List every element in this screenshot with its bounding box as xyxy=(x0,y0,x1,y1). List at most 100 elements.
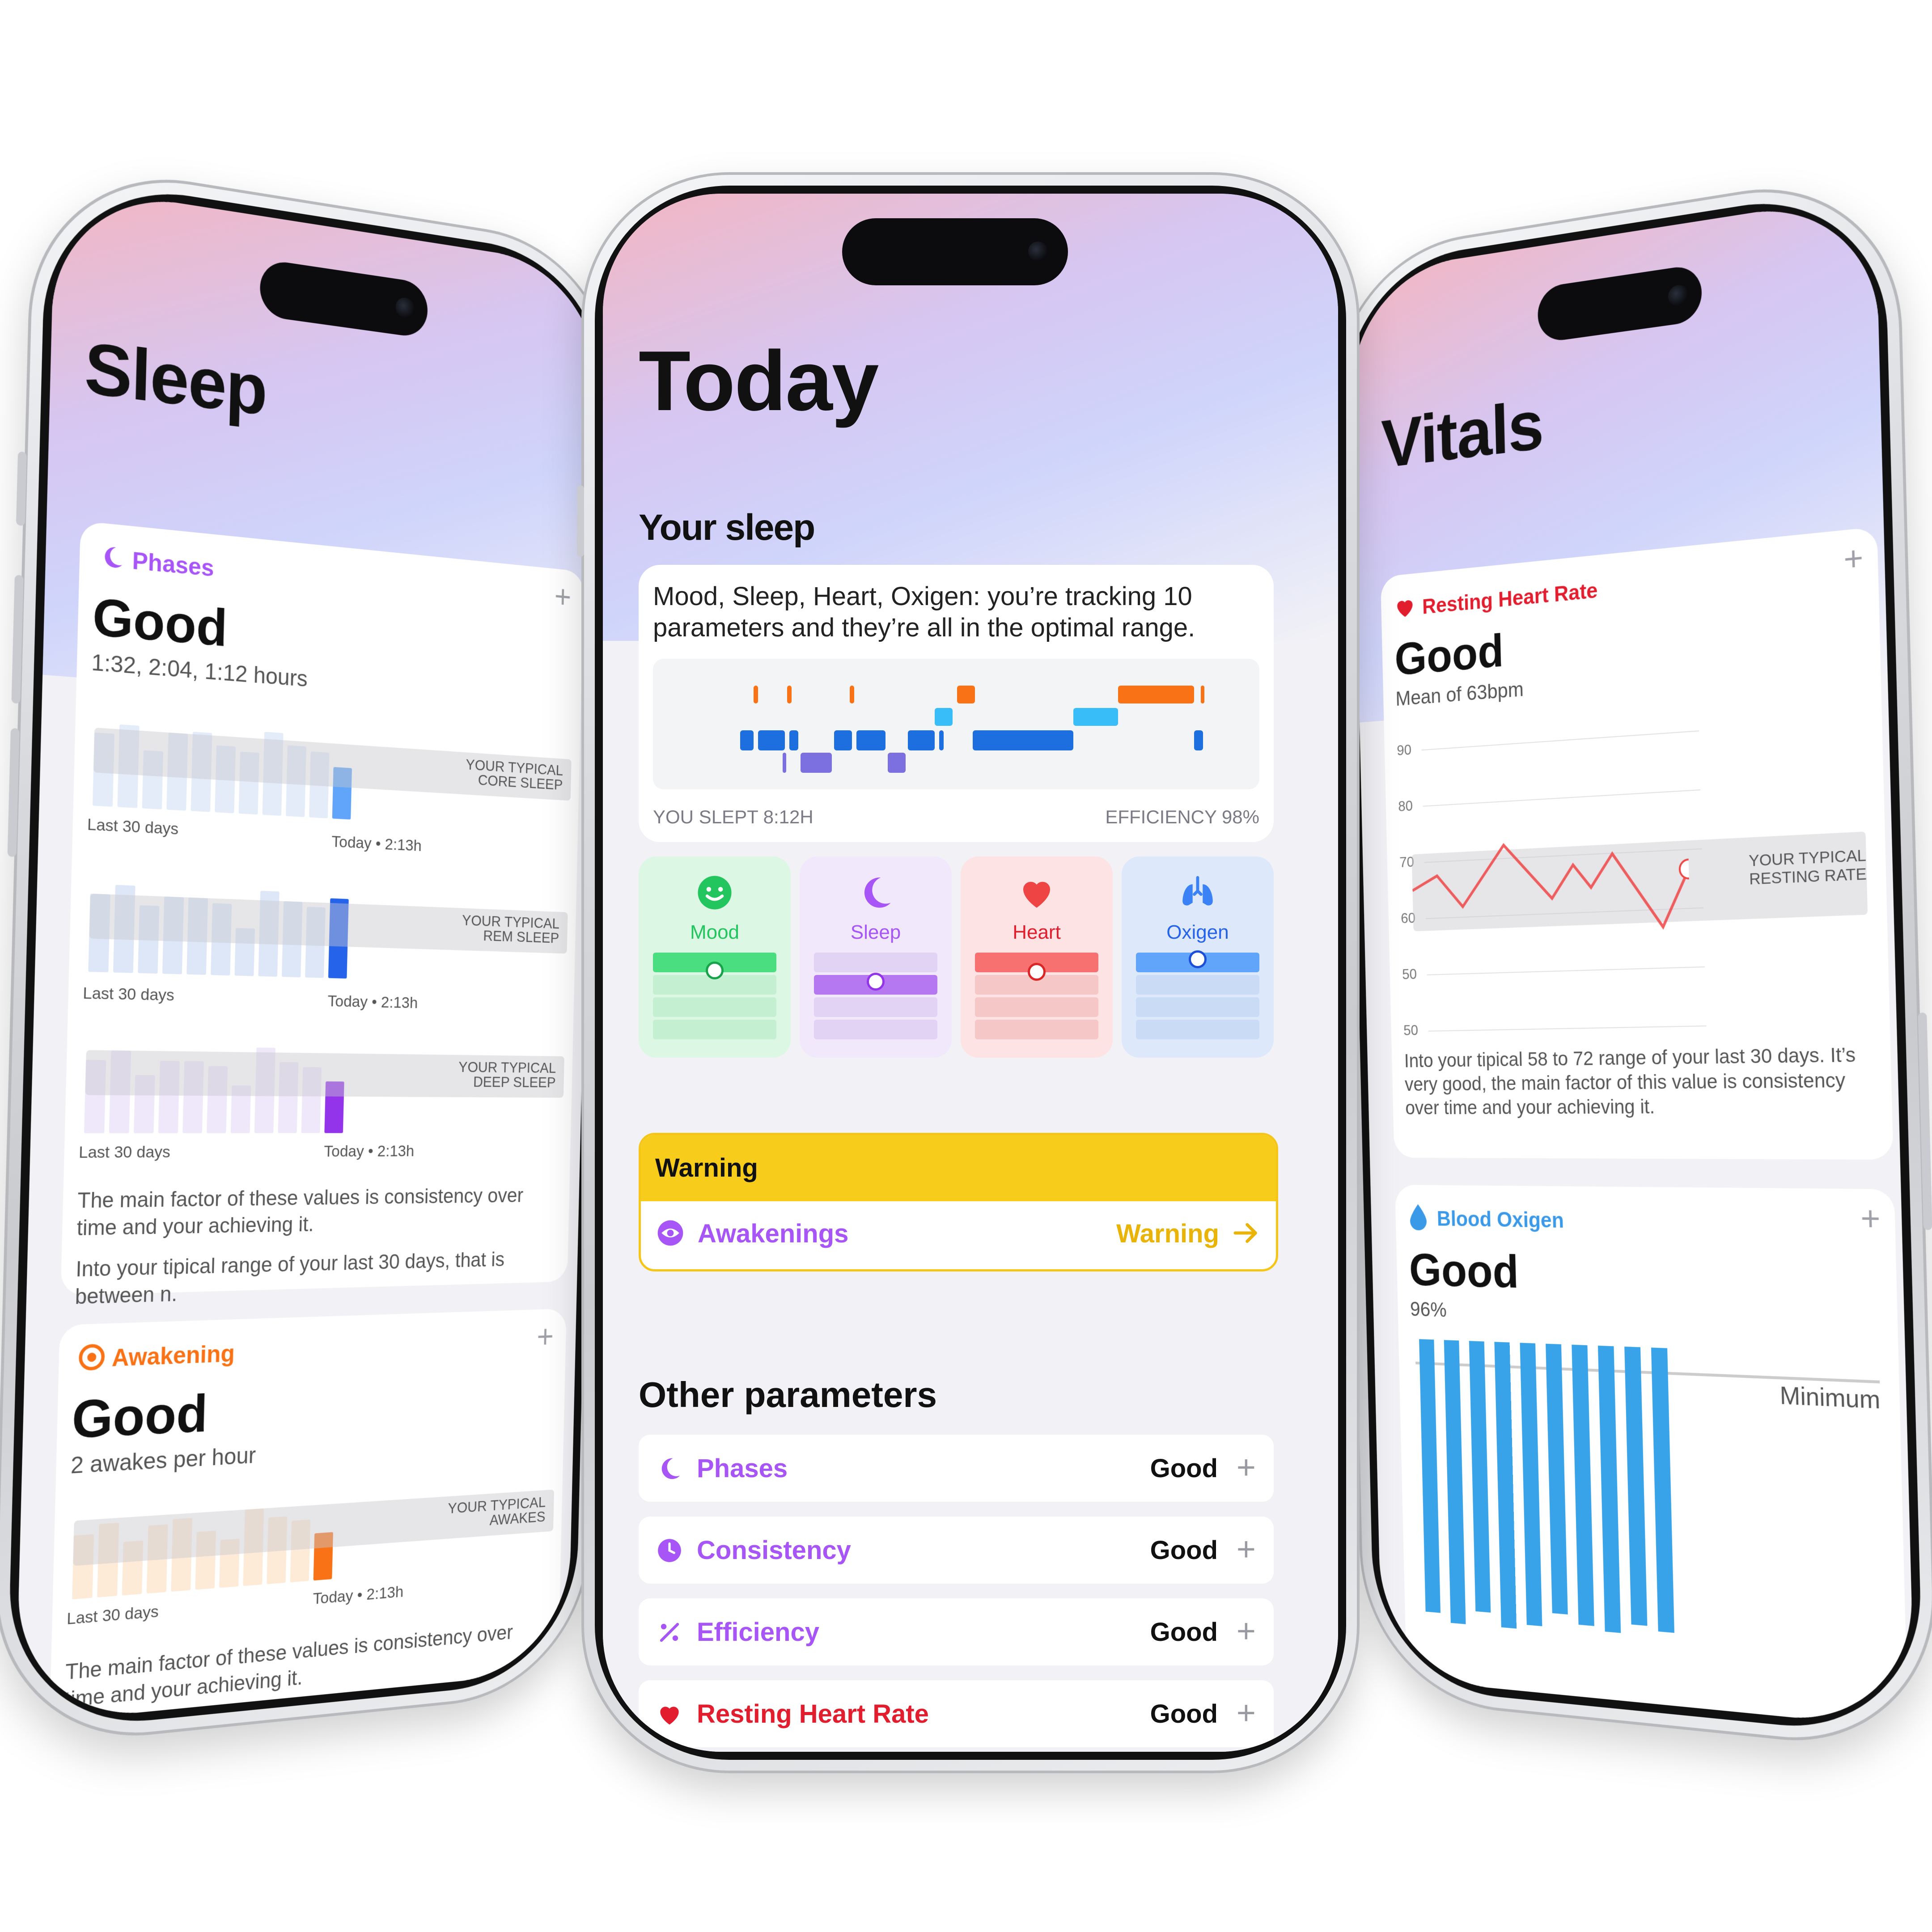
axis-tick-label: 50 xyxy=(1403,1021,1419,1038)
param-label: Consistency xyxy=(697,1536,851,1565)
volume-up-button xyxy=(11,574,24,704)
heart-icon xyxy=(660,1707,679,1725)
dynamic-island xyxy=(842,218,1068,285)
warning-item-label: Awakenings xyxy=(698,1219,849,1248)
warning-title: Warning xyxy=(641,1135,1276,1201)
left-phone: Sleep Phases + Good 1:32, 2:04, 1:12 hou… xyxy=(0,157,621,1751)
explanation-text: Into your tipical 58 to 72 range of your… xyxy=(1404,1043,1856,1119)
tile-label: Mood xyxy=(690,921,740,943)
tile-heart[interactable]: Heart xyxy=(961,856,1113,1058)
other-parameters-title: Other parameters xyxy=(639,1375,937,1415)
band-label: YOUR TYPICAL AWAKES xyxy=(448,1493,546,1529)
param-value: Good xyxy=(1150,1618,1218,1647)
warning-status: Warning xyxy=(1116,1219,1219,1248)
drop-icon xyxy=(1410,1204,1427,1231)
blood-oxygen-card[interactable]: Blood Oxigen + Good 96% Minimum xyxy=(1395,1185,1909,1730)
card-label: Blood Oxigen xyxy=(1436,1206,1564,1233)
param-row-consistency[interactable]: Consistency Good + xyxy=(639,1517,1274,1584)
band-label: YOUR TYPICAL CORE SLEEP xyxy=(466,756,564,793)
level-marker xyxy=(1028,963,1046,981)
sleep-hypnogram xyxy=(653,659,1259,789)
eye-icon xyxy=(78,1343,106,1372)
sleep-screen: Sleep Phases + Good 1:32, 2:04, 1:12 hou… xyxy=(15,183,601,1725)
level-marker xyxy=(1189,950,1207,968)
range-left-label: Last 30 days xyxy=(78,1143,171,1162)
add-button[interactable]: + xyxy=(1237,1451,1256,1484)
camera-icon xyxy=(1668,284,1689,308)
param-value: Good xyxy=(1150,1536,1218,1565)
page-title: Today xyxy=(639,334,879,428)
detail-text: 96% xyxy=(1410,1298,1447,1322)
summary-text: Mood, Sleep, Heart, Oxigen: you’re track… xyxy=(653,582,1195,642)
level-marker xyxy=(867,973,885,991)
add-button[interactable]: + xyxy=(1237,1614,1256,1648)
tile-label: Sleep xyxy=(850,921,901,943)
range-right-label: Today • 2:13h xyxy=(327,992,418,1012)
vitals-screen: Vitals Resting Heart Rate + Good Mean of… xyxy=(1349,193,1915,1730)
tile-label: Oxigen xyxy=(1166,921,1229,943)
heart-icon xyxy=(1023,881,1050,908)
range-left-label: Last 30 days xyxy=(66,1602,159,1628)
center-phone: Today Your sleep Mood, Sleep, Heart, Oxi… xyxy=(577,172,1360,1773)
heart-icon xyxy=(1397,600,1413,618)
param-label: Efficiency xyxy=(697,1618,819,1647)
band-label: YOUR TYPICAL REM SLEEP xyxy=(462,911,560,946)
param-label: Phases xyxy=(697,1454,788,1483)
warning-item-awakenings[interactable]: Awakenings Warning xyxy=(655,1209,1262,1254)
right-phone: Vitals Resting Heart Rate + Good Mean of… xyxy=(1329,166,1932,1756)
add-button[interactable]: + xyxy=(1237,1696,1256,1729)
resting-heart-rate-card[interactable]: Resting Heart Rate + Good Mean of 63bpm … xyxy=(1380,526,1894,1160)
efficiency-value: EFFICIENCY 98% xyxy=(1105,806,1259,827)
explanation-text: Into your tipical range of your last 30 … xyxy=(75,1248,505,1309)
phases-card[interactable]: Phases + Good 1:32, 2:04, 1:12 hours YOU… xyxy=(60,521,584,1309)
axis-grid-line xyxy=(1421,730,1699,751)
slept-duration: YOU SLEPT 8:12H xyxy=(653,806,813,827)
axis-tick-label: 50 xyxy=(1402,966,1417,983)
param-row-resting-heart-rate[interactable]: Resting Heart Rate Good + xyxy=(639,1680,1274,1747)
camera-icon xyxy=(395,296,415,320)
card-label: Awakening xyxy=(111,1339,235,1372)
status-text: Good xyxy=(1408,1244,1520,1298)
tile-mood[interactable]: Mood xyxy=(639,856,791,1058)
heart-rate-line xyxy=(1411,822,1691,954)
explanation-text: The main factor of these values is consi… xyxy=(76,1184,524,1241)
axis-grid-line xyxy=(1423,789,1701,807)
status-text: Good xyxy=(1394,625,1504,685)
param-row-phases[interactable]: Phases Good + xyxy=(639,1435,1274,1502)
today-screen: Today Your sleep Mood, Sleep, Heart, Oxi… xyxy=(603,194,1338,1752)
param-row-efficiency[interactable]: Efficiency Good + xyxy=(639,1598,1274,1665)
param-value: Good xyxy=(1150,1454,1218,1483)
section-title: Your sleep xyxy=(639,507,815,548)
mute-switch xyxy=(16,451,27,526)
param-value: Good xyxy=(1150,1699,1218,1729)
status-text: Good xyxy=(92,586,228,658)
add-button[interactable]: + xyxy=(1237,1533,1256,1566)
tile-sleep[interactable]: Sleep xyxy=(800,856,952,1058)
range-left-label: Last 30 days xyxy=(82,984,175,1004)
camera-icon xyxy=(1028,242,1048,261)
moon-icon xyxy=(104,546,123,568)
awakening-card[interactable]: Awakening + Good 2 awakes per hour YOUR … xyxy=(48,1308,567,1725)
add-button[interactable]: + xyxy=(537,1318,554,1355)
status-text: Good xyxy=(71,1383,208,1450)
moon-icon xyxy=(864,877,891,908)
axis-grid-line xyxy=(1428,1025,1707,1032)
range-right-label: Today • 2:13h xyxy=(323,1142,415,1161)
lungs-icon xyxy=(1182,876,1213,906)
smile-icon xyxy=(698,876,732,910)
range-right-label: Today • 2:13h xyxy=(313,1583,404,1608)
tile-oxigen[interactable]: Oxigen xyxy=(1122,856,1274,1058)
range-left-label: Last 30 days xyxy=(87,815,179,839)
moon-icon xyxy=(661,1458,680,1479)
band-label: YOUR TYPICAL DEEP SLEEP xyxy=(458,1059,556,1091)
axis-tick-label: 90 xyxy=(1396,741,1412,759)
sleep-summary-card[interactable]: Mood, Sleep, Heart, Oxigen: you’re track… xyxy=(639,565,1274,842)
eye-icon xyxy=(657,1220,683,1246)
mute-switch xyxy=(577,485,584,557)
add-button[interactable]: + xyxy=(1843,538,1864,579)
warning-card[interactable]: Warning Awakenings Warning xyxy=(639,1133,1278,1271)
minimum-label: Minimum xyxy=(1779,1381,1881,1415)
add-button[interactable]: + xyxy=(554,578,572,615)
tile-label: Heart xyxy=(1013,921,1061,943)
add-button[interactable]: + xyxy=(1860,1199,1881,1238)
